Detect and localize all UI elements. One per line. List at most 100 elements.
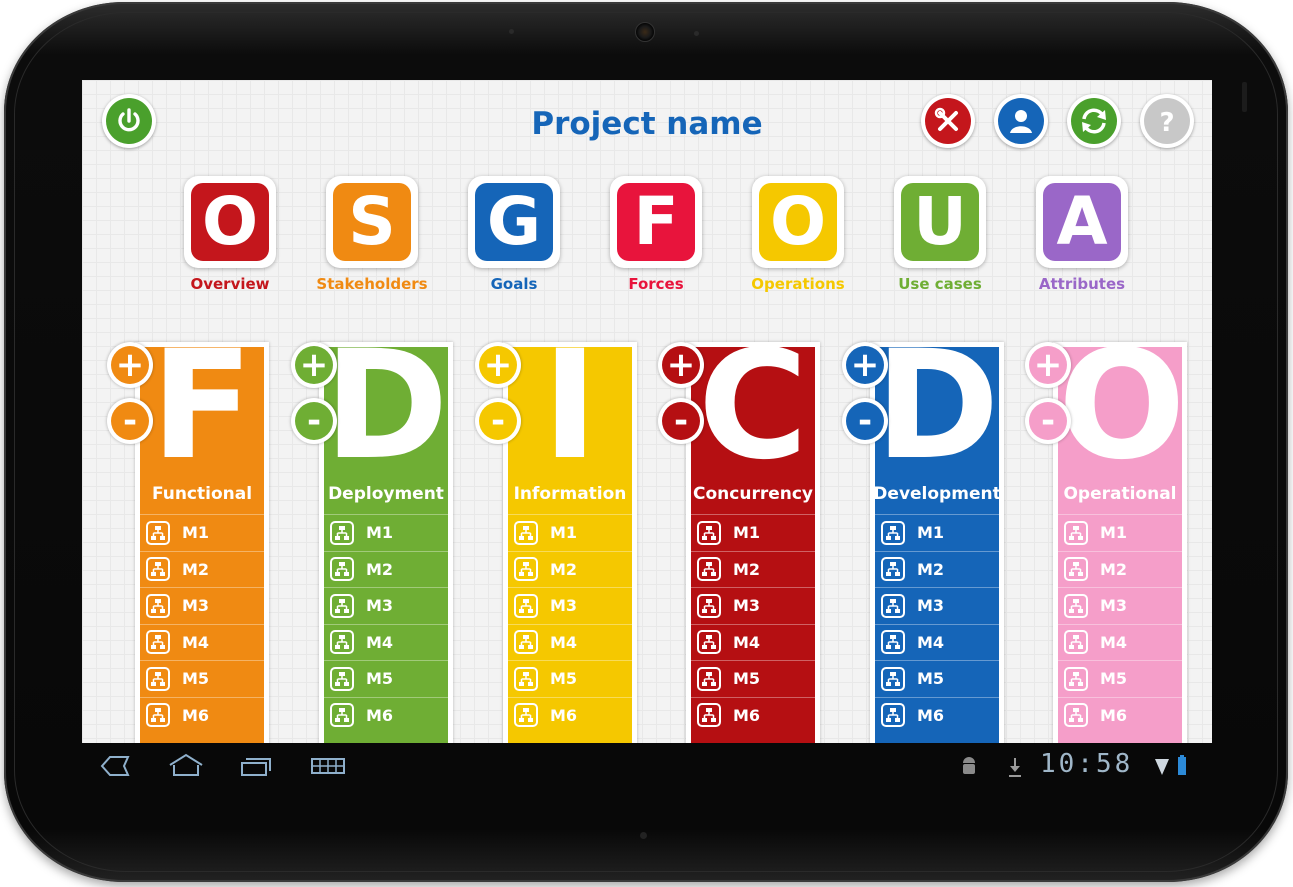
model-row[interactable]: M4	[875, 623, 999, 660]
plus-button[interactable]: +	[475, 342, 521, 388]
plus-button[interactable]: +	[842, 342, 888, 388]
view-column[interactable]: C Concurrency M1 M2 M3 M4 M5 M6	[686, 331, 820, 743]
model-label: M2	[733, 559, 761, 579]
model-row[interactable]: M4	[508, 623, 632, 660]
view-concurrency: C Concurrency M1 M2 M3 M4 M5 M6 + -	[658, 331, 820, 743]
back-icon[interactable]	[94, 751, 134, 781]
model-row[interactable]: M3	[875, 587, 999, 623]
view-operational: O Operational M1 M2 M3 M4 M5 M6 + -	[1025, 331, 1187, 743]
model-row[interactable]: M1	[508, 514, 632, 550]
model-label: M3	[366, 596, 394, 615]
model-label: M5	[366, 669, 394, 688]
section-label[interactable]: Stakeholders	[307, 275, 437, 293]
plus-button[interactable]: +	[291, 342, 337, 388]
model-row[interactable]: M1	[875, 514, 999, 550]
model-row[interactable]: M1	[140, 514, 264, 550]
section-tile-operations[interactable]: O	[752, 176, 844, 268]
app-screen: Project name ? O Overview S Stakeholders G Go…	[82, 80, 1212, 743]
model-row[interactable]: M2	[691, 550, 815, 587]
view-column[interactable]: F Functional M1 M2 M3 M4 M5 M6	[135, 331, 269, 743]
view-column-fill: D Development M1 M2 M3 M4 M5 M6	[873, 331, 1001, 743]
plus-icon: +	[111, 346, 149, 384]
section-tile-stakeholders[interactable]: S	[326, 176, 418, 268]
section-tile-use-cases[interactable]: U	[894, 176, 986, 268]
model-row[interactable]: M2	[508, 550, 632, 587]
plus-button[interactable]: +	[658, 342, 704, 388]
model-row[interactable]: M1	[691, 514, 815, 550]
model-row[interactable]: M5	[324, 660, 448, 696]
model-row[interactable]: M2	[1058, 550, 1182, 587]
model-row[interactable]: M4	[691, 623, 815, 660]
model-row[interactable]: M3	[1058, 587, 1182, 623]
model-row[interactable]: M6	[140, 696, 264, 733]
model-diagram-icon	[697, 557, 721, 581]
model-label: M6	[550, 705, 578, 725]
model-row[interactable]: M5	[140, 660, 264, 696]
section-tile-attributes[interactable]: A	[1036, 176, 1128, 268]
minus-button[interactable]: -	[475, 398, 521, 444]
view-column[interactable]: D Deployment M1 M2 M3 M4 M5 M6	[319, 331, 453, 743]
model-row[interactable]: M1	[1058, 514, 1182, 550]
model-diagram-icon	[146, 557, 170, 581]
model-row[interactable]: M4	[324, 623, 448, 660]
minus-icon: -	[295, 402, 333, 440]
section-label[interactable]: Goals	[449, 275, 579, 293]
model-row[interactable]: M6	[324, 696, 448, 733]
section-letter: S	[333, 183, 411, 261]
minus-button[interactable]: -	[107, 398, 153, 444]
menu-grid-icon[interactable]	[308, 751, 348, 781]
section-tile-forces[interactable]: F	[610, 176, 702, 268]
view-column[interactable]: I Information M1 M2 M3 M4 M5 M6	[503, 331, 637, 743]
section-label[interactable]: Overview	[165, 275, 295, 293]
model-label: M4	[366, 632, 394, 652]
recent-apps-icon[interactable]	[236, 751, 276, 781]
model-diagram-icon	[514, 666, 538, 691]
view-name: Development	[873, 484, 1001, 504]
model-diagram-icon	[330, 666, 354, 691]
sync-button[interactable]	[1067, 94, 1121, 148]
model-diagram-icon	[1064, 557, 1088, 581]
model-row[interactable]: M3	[324, 587, 448, 623]
model-row[interactable]: M1	[324, 514, 448, 550]
home-icon[interactable]	[166, 751, 206, 781]
model-diagram-icon	[146, 703, 170, 727]
model-row[interactable]: M3	[691, 587, 815, 623]
plus-icon: +	[479, 346, 517, 384]
model-row[interactable]: M6	[1058, 696, 1182, 733]
model-row[interactable]: M3	[508, 587, 632, 623]
minus-button[interactable]: -	[1025, 398, 1071, 444]
section-tile-goals[interactable]: G	[468, 176, 560, 268]
model-diagram-icon	[881, 557, 905, 581]
minus-button[interactable]: -	[658, 398, 704, 444]
model-row[interactable]: M5	[1058, 660, 1182, 696]
tools-button[interactable]	[921, 94, 975, 148]
model-label: M4	[550, 632, 578, 652]
minus-button[interactable]: -	[842, 398, 888, 444]
section-label[interactable]: Forces	[591, 275, 721, 293]
view-column[interactable]: O Operational M1 M2 M3 M4 M5 M6	[1053, 331, 1187, 743]
model-row[interactable]: M5	[508, 660, 632, 696]
model-row[interactable]: M2	[875, 550, 999, 587]
model-row[interactable]: M6	[508, 696, 632, 733]
view-name: Functional	[151, 484, 253, 504]
plus-button[interactable]: +	[1025, 342, 1071, 388]
minus-button[interactable]: -	[291, 398, 337, 444]
model-row[interactable]: M5	[691, 660, 815, 696]
section-label[interactable]: Use cases	[875, 275, 1005, 293]
model-row[interactable]: M3	[140, 587, 264, 623]
model-row[interactable]: M6	[875, 696, 999, 733]
section-label[interactable]: Attributes	[1017, 275, 1147, 293]
model-row[interactable]: M5	[875, 660, 999, 696]
help-button[interactable]: ?	[1140, 94, 1194, 148]
model-row[interactable]: M6	[691, 696, 815, 733]
section-label[interactable]: Operations	[733, 275, 863, 293]
model-row[interactable]: M4	[1058, 623, 1182, 660]
model-row[interactable]: M2	[324, 550, 448, 587]
model-row[interactable]: M2	[140, 550, 264, 587]
model-row[interactable]: M4	[140, 623, 264, 660]
plus-button[interactable]: +	[107, 342, 153, 388]
section-tile-overview[interactable]: O	[184, 176, 276, 268]
view-column[interactable]: D Development M1 M2 M3 M4 M5 M6	[870, 331, 1004, 743]
plus-icon: +	[1029, 346, 1067, 384]
user-button[interactable]	[994, 94, 1048, 148]
